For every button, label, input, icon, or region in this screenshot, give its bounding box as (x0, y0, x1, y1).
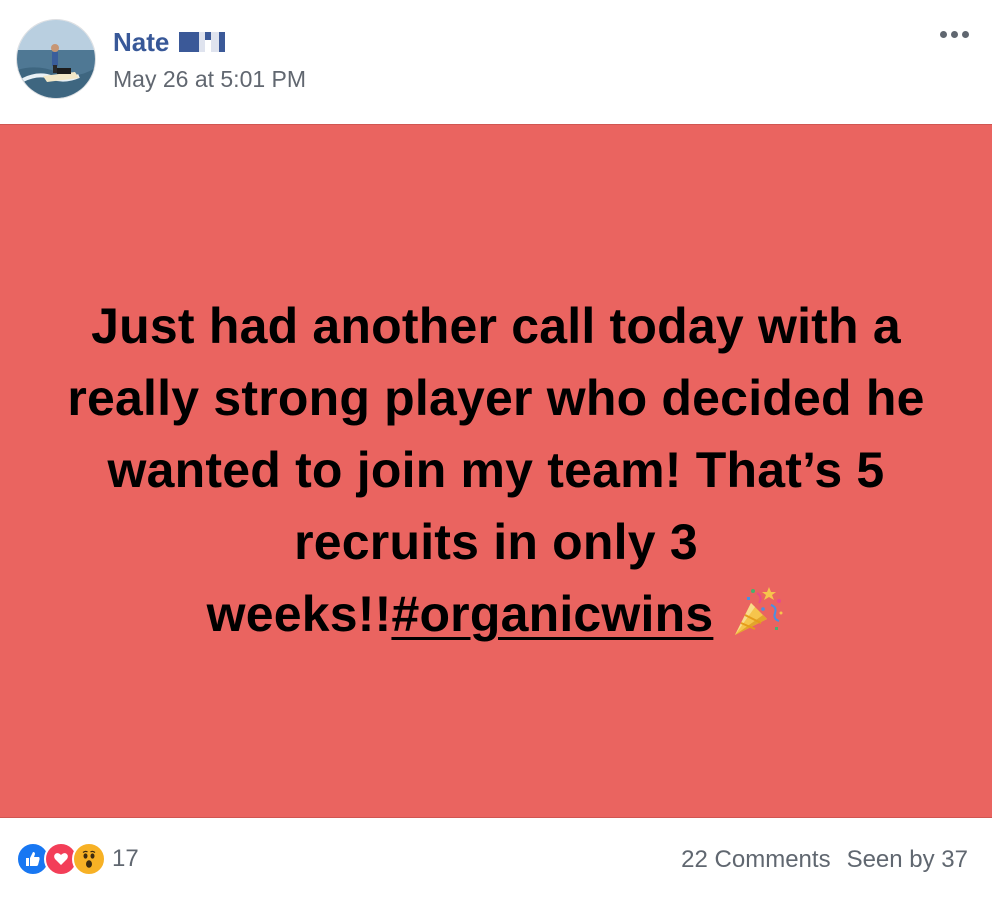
hashtag-link[interactable]: #organicwins (391, 586, 713, 642)
post-footer: 17 22 Comments Seen by 37 (0, 818, 992, 898)
party-popper-icon (729, 583, 785, 658)
post-timestamp[interactable]: May 26 at 5:01 PM (113, 65, 306, 93)
post-header: Nate May 26 at 5:01 PM (0, 0, 992, 124)
more-options-button[interactable] (934, 22, 974, 46)
more-options-icon-dot (961, 30, 969, 38)
author-avatar[interactable] (16, 19, 96, 99)
author-name[interactable]: Nate (113, 26, 169, 58)
jetski-photo (17, 20, 95, 98)
reactions-summary[interactable]: 17 (16, 842, 139, 876)
post-text: Just had another call today with a reall… (46, 290, 946, 658)
reaction-count: 17 (112, 845, 139, 872)
wow-icon (72, 842, 106, 876)
name-redaction (179, 32, 226, 52)
post-text-background: Just had another call today with a reall… (0, 124, 992, 818)
more-options-icon (939, 30, 947, 38)
seen-by-count[interactable]: Seen by 37 (847, 844, 968, 876)
more-options-icon-dot (950, 30, 958, 38)
comments-count-link[interactable]: 22 Comments (681, 844, 830, 876)
